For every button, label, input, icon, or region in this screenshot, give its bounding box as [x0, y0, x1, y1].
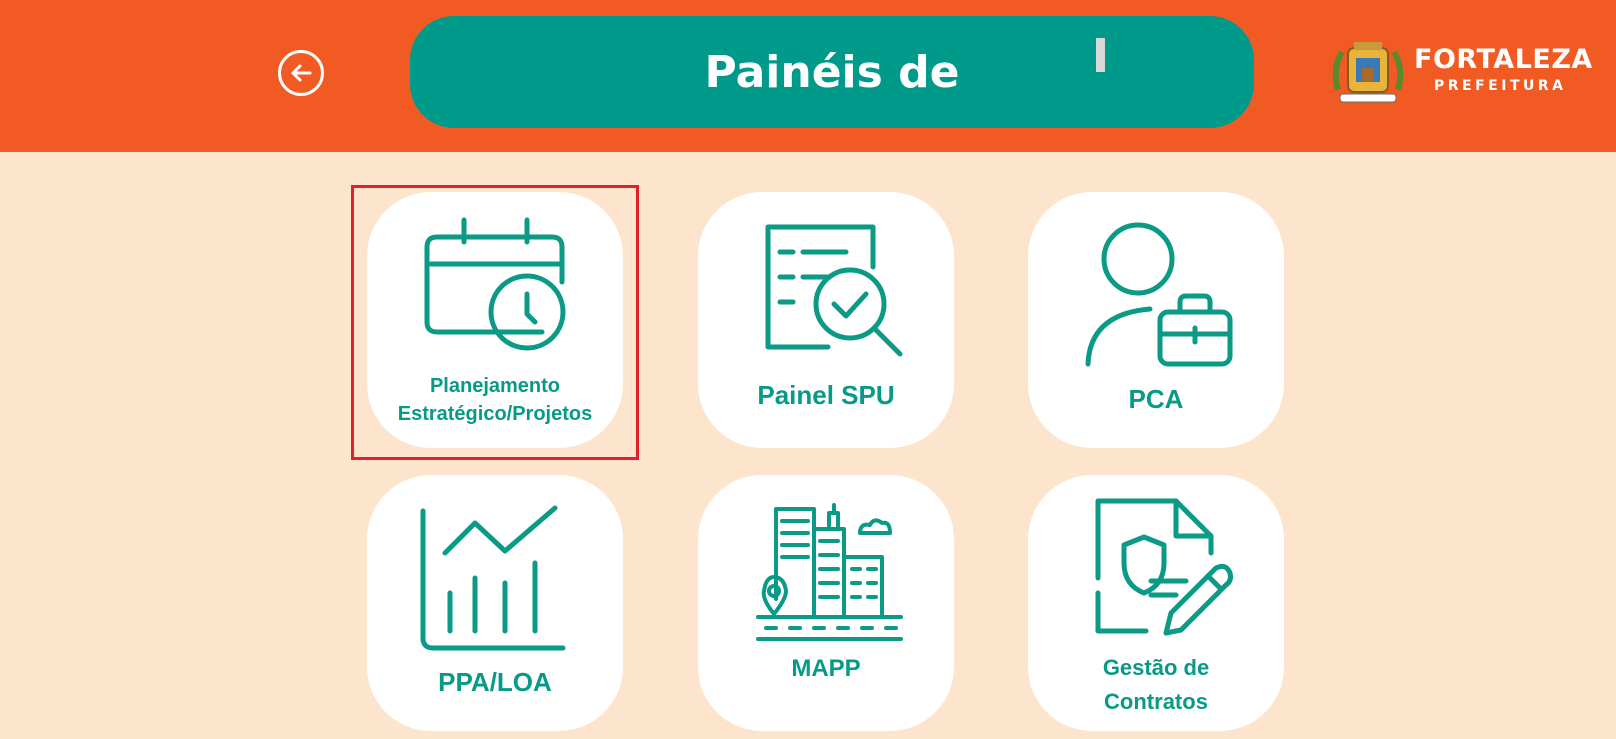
tile-label-line1: Gestão de	[1102, 655, 1210, 680]
title-banner: Painéis de	[410, 16, 1254, 128]
tile-pca[interactable]: PCA	[1028, 192, 1284, 448]
tile-label-line2: Estratégico/Projetos	[397, 403, 593, 425]
tile-label: Painel SPU	[757, 380, 895, 410]
page-title: Painéis de	[704, 46, 960, 98]
back-button[interactable]	[278, 50, 324, 96]
contract-shield-icon	[1095, 498, 1233, 636]
tile-painel-spu[interactable]: Painel SPU	[698, 192, 954, 448]
tile-label: MAPP	[791, 655, 861, 682]
tile-label: Gestão de Contratos	[1028, 651, 1284, 719]
top-bar: Painéis de FORTALEZA PREFEITURA	[0, 0, 1616, 152]
tile-label: PPA/LOA	[438, 667, 552, 697]
tile-planejamento-estrategico[interactable]: Planejamento Estratégico/Projetos	[367, 192, 623, 448]
user-briefcase-icon	[1085, 222, 1233, 367]
fortaleza-logo: FORTALEZA PREFEITURA	[1330, 38, 1600, 108]
tile-gestao-contratos[interactable]: Gestão de Contratos	[1028, 475, 1284, 731]
line-chart-icon	[420, 505, 566, 651]
logo-title: FORTALEZA	[1414, 44, 1593, 75]
tile-label-line1: Planejamento	[429, 375, 561, 397]
text-cursor	[1096, 38, 1105, 72]
back-arrow-icon	[291, 64, 312, 82]
city-crest-icon	[1332, 42, 1404, 103]
city-location-icon	[756, 503, 903, 641]
tile-label: PCA	[1128, 384, 1184, 414]
logo-subtitle: PREFEITURA	[1434, 78, 1567, 94]
calendar-clock-icon	[424, 217, 566, 351]
tile-mapp[interactable]: MAPP	[698, 475, 954, 731]
tile-ppa-loa[interactable]: PPA/LOA	[367, 475, 623, 731]
document-search-icon	[765, 224, 903, 357]
tile-label: Planejamento Estratégico/Projetos	[367, 372, 623, 428]
tile-label-line2: Contratos	[1104, 689, 1208, 714]
